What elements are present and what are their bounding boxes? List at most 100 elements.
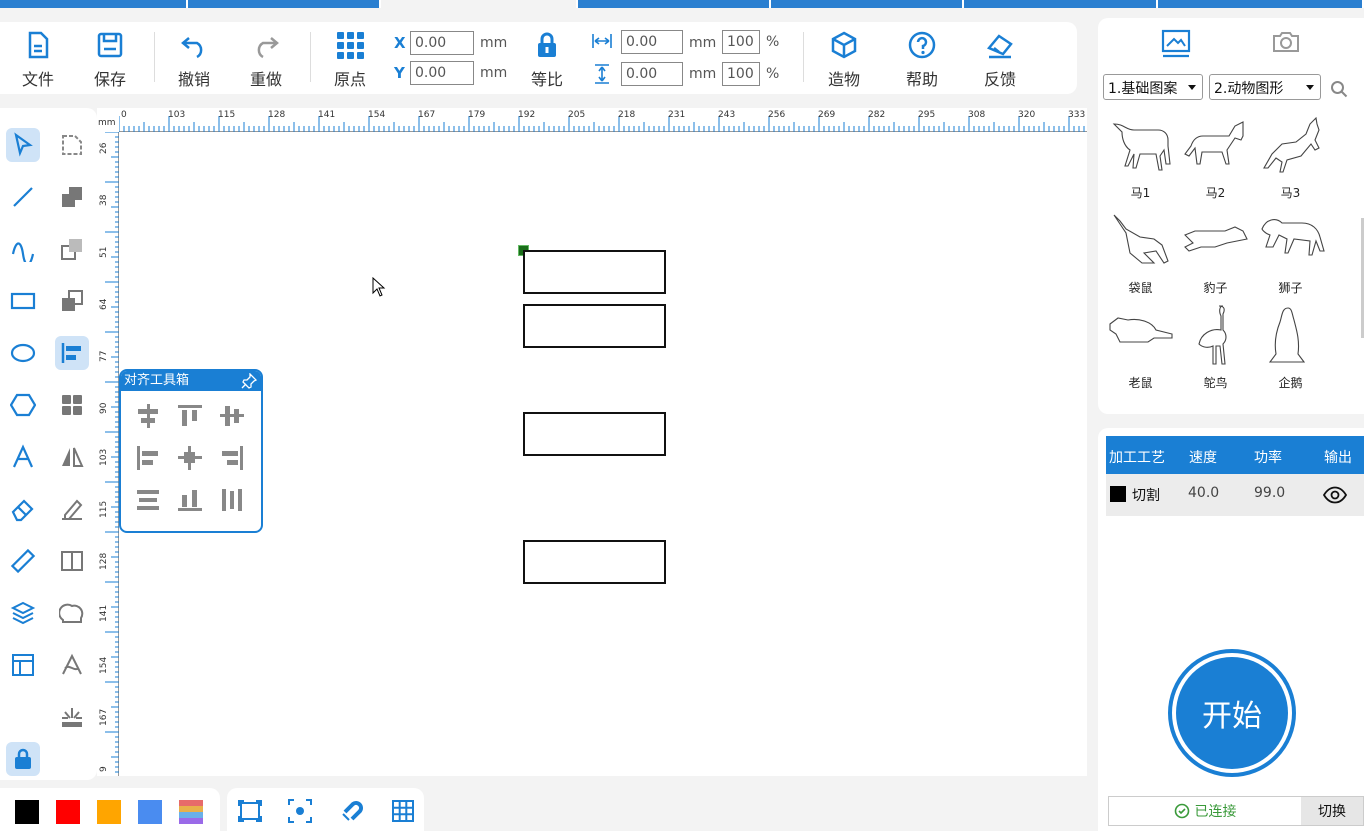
tab-1[interactable] xyxy=(0,0,188,8)
align-tool[interactable] xyxy=(55,336,89,370)
fit-selection-button[interactable] xyxy=(287,798,313,828)
build-button[interactable]: 造物 xyxy=(828,30,860,90)
height-pct-sign: % xyxy=(766,66,780,82)
snap-button[interactable] xyxy=(339,798,365,828)
library-item-ostrich[interactable]: 鸵鸟 xyxy=(1178,304,1253,391)
tab-2[interactable] xyxy=(188,0,381,8)
ruler-tick-label: 90 xyxy=(99,402,109,414)
save-button[interactable]: 保存 xyxy=(94,30,126,90)
help-button[interactable]: 帮助 xyxy=(906,30,938,90)
category-select-2[interactable]: 2.动物图形 xyxy=(1209,74,1321,100)
focus-selection-icon xyxy=(288,799,312,823)
rectangle-shape[interactable] xyxy=(523,304,666,348)
save-icon xyxy=(97,32,123,58)
distribute-vertical-button[interactable] xyxy=(127,479,169,521)
redo-button[interactable]: 重做 xyxy=(250,30,282,90)
ratio-lock-button[interactable]: 等比 xyxy=(531,30,563,90)
align-center-vertical-button[interactable] xyxy=(127,395,169,437)
library-item-horse-1[interactable]: 马1 xyxy=(1103,114,1178,201)
align-bottom-button[interactable] xyxy=(169,479,211,521)
path-icon xyxy=(62,653,82,675)
sketch-tool[interactable] xyxy=(55,492,89,526)
color-swatch-black[interactable] xyxy=(15,800,39,824)
height-percent-input[interactable] xyxy=(722,62,760,86)
color-swatch-more[interactable] xyxy=(179,800,203,824)
library-item-mouse[interactable]: 老鼠 xyxy=(1103,304,1178,391)
tab-7[interactable] xyxy=(1158,0,1364,8)
drawing-surface[interactable] xyxy=(120,133,1087,776)
layer-color-swatch[interactable] xyxy=(1110,486,1126,502)
grid-toggle-button[interactable] xyxy=(390,798,416,828)
laser-tool[interactable] xyxy=(55,700,89,734)
mirror-tool[interactable] xyxy=(55,440,89,474)
vertical-ruler-ticks: 26 38 51 64 77 90 103 115 128 141 154 167 9 xyxy=(99,131,119,773)
path-tool[interactable] xyxy=(55,648,89,682)
file-button[interactable]: 文件 xyxy=(22,30,54,90)
fit-view-button[interactable] xyxy=(237,798,263,828)
polygon-tool[interactable] xyxy=(6,388,40,422)
array-tool[interactable] xyxy=(55,388,89,422)
align-middle-horizontal-button[interactable] xyxy=(211,395,253,437)
lock-tool[interactable] xyxy=(6,742,40,776)
library-item-horse-2[interactable]: 马2 xyxy=(1178,114,1253,201)
align-right-button[interactable] xyxy=(211,437,253,479)
split-tool[interactable] xyxy=(55,544,89,578)
switch-button[interactable]: 切换 xyxy=(1301,797,1363,825)
width-percent-input[interactable] xyxy=(722,30,760,54)
measure-tool[interactable] xyxy=(6,544,40,578)
start-button[interactable]: 开始 xyxy=(1168,649,1296,777)
curve-tool[interactable] xyxy=(6,232,40,266)
align-top-button[interactable] xyxy=(169,395,211,437)
process-speed[interactable]: 40.0 xyxy=(1188,485,1219,501)
distribute-horizontal-button[interactable] xyxy=(211,479,253,521)
library-item-lion[interactable]: 狮子 xyxy=(1253,209,1328,296)
library-item-horse-3[interactable]: 马3 xyxy=(1253,114,1328,201)
y-input[interactable] xyxy=(410,61,474,85)
tab-3-active[interactable] xyxy=(381,0,578,8)
width-input[interactable] xyxy=(621,30,683,54)
rectangle-shape[interactable] xyxy=(523,540,666,584)
ruler-tick-label: 282 xyxy=(868,110,885,120)
color-swatch-red[interactable] xyxy=(56,800,80,824)
rectangle-tool[interactable] xyxy=(6,284,40,318)
category-select-1[interactable]: 1.基础图案 xyxy=(1103,74,1203,100)
tab-6[interactable] xyxy=(964,0,1158,8)
tab-5[interactable] xyxy=(771,0,964,8)
intersect-tool[interactable] xyxy=(55,284,89,318)
process-row[interactable]: 切割 40.0 99.0 xyxy=(1106,474,1364,516)
layers-tool[interactable] xyxy=(6,596,40,630)
library-item-leopard[interactable]: 豹子 xyxy=(1178,209,1253,296)
line-tool[interactable] xyxy=(6,180,40,214)
undo-button[interactable]: 撤销 xyxy=(178,30,210,90)
eye-icon[interactable] xyxy=(1322,486,1348,504)
pin-icon[interactable] xyxy=(241,373,257,389)
search-icon[interactable] xyxy=(1330,80,1348,98)
ellipse-tool[interactable] xyxy=(6,336,40,370)
library-item-penguin[interactable]: 企鹅 xyxy=(1253,304,1328,391)
align-left-button[interactable] xyxy=(127,437,169,479)
rectangle-shape[interactable] xyxy=(523,412,666,456)
process-power[interactable]: 99.0 xyxy=(1254,485,1285,501)
library-item-kangaroo[interactable]: 袋鼠 xyxy=(1103,209,1178,296)
text-tool[interactable] xyxy=(6,440,40,474)
offset-tool[interactable] xyxy=(55,596,89,630)
union-tool[interactable] xyxy=(55,180,89,214)
select-tool[interactable] xyxy=(6,128,40,162)
camera-icon xyxy=(1273,32,1299,52)
lock-icon xyxy=(15,748,31,769)
height-input[interactable] xyxy=(621,62,683,86)
layout-tool[interactable] xyxy=(6,648,40,682)
subtract-tool[interactable] xyxy=(55,232,89,266)
tab-camera[interactable] xyxy=(1270,26,1302,62)
rectangle-shape[interactable] xyxy=(523,250,666,294)
color-swatch-orange[interactable] xyxy=(97,800,121,824)
origin-button[interactable]: 原点 xyxy=(334,30,366,90)
tab-gallery[interactable] xyxy=(1160,26,1192,62)
tab-4[interactable] xyxy=(578,0,771,8)
align-center-button[interactable] xyxy=(169,437,211,479)
x-input[interactable] xyxy=(410,31,474,55)
feedback-button[interactable]: 反馈 xyxy=(984,30,1016,90)
eraser-tool[interactable] xyxy=(6,492,40,526)
node-edit-tool[interactable] xyxy=(55,128,89,162)
color-swatch-blue[interactable] xyxy=(138,800,162,824)
